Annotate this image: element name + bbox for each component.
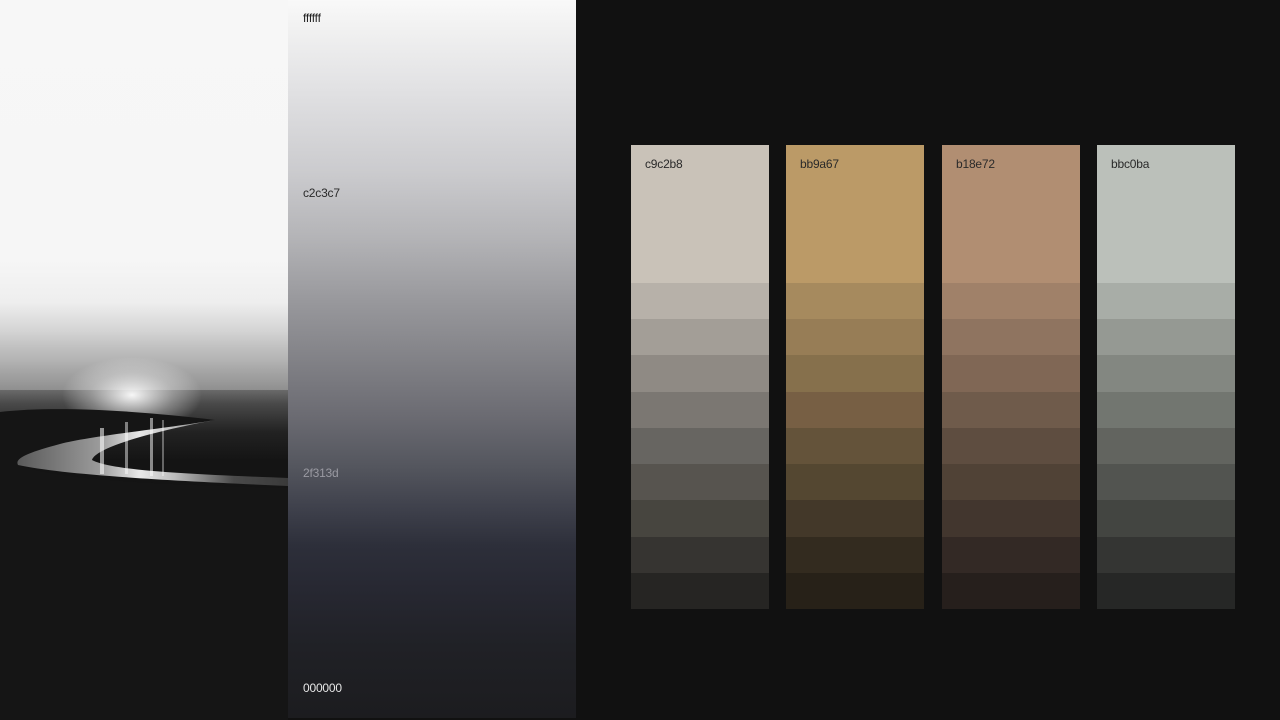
swatch-shade — [631, 391, 769, 428]
swatch-base-2: bb9a67 — [786, 145, 924, 283]
swatch-shade — [786, 464, 924, 501]
swatch-code-1: c9c2b8 — [645, 157, 683, 171]
swatch-shade — [942, 500, 1080, 537]
swatch-shade — [1097, 283, 1235, 320]
swatch-base-3: b18e72 — [942, 145, 1080, 283]
swatch-column-3: b18e72 — [942, 145, 1080, 609]
swatch-shade — [786, 283, 924, 320]
palette-page: ffffff c2c3c7 2f313d 000000 c9c2b8 bb9a6… — [0, 0, 1280, 720]
strip-label-upper: c2c3c7 — [303, 186, 340, 200]
swatch-shade — [631, 572, 769, 609]
swatch-shade — [631, 355, 769, 392]
swatch-shade — [786, 355, 924, 392]
swatch-shade — [631, 427, 769, 465]
swatch-code-3: b18e72 — [956, 157, 995, 171]
swatch-shade — [1097, 536, 1235, 573]
swatch-shade — [786, 391, 924, 428]
swatch-shade — [942, 283, 1080, 320]
swatch-shade — [942, 427, 1080, 465]
swatch-shade — [1097, 572, 1235, 609]
swatch-shade — [631, 500, 769, 537]
swatch-shade — [942, 355, 1080, 392]
swatch-code-4: bbc0ba — [1111, 157, 1150, 171]
swatch-shade — [1097, 319, 1235, 356]
swatch-shade — [631, 536, 769, 573]
swatch-shade — [1097, 391, 1235, 428]
swatch-shade — [1097, 500, 1235, 537]
swatch-shade — [942, 536, 1080, 573]
swatch-shade — [631, 283, 769, 320]
swatch-shade — [1097, 464, 1235, 501]
swatch-column-1: c9c2b8 — [631, 145, 769, 609]
swatch-shade — [1097, 355, 1235, 392]
swatch-base-4: bbc0ba — [1097, 145, 1235, 283]
swatch-shade — [942, 391, 1080, 428]
swatch-base-1: c9c2b8 — [631, 145, 769, 283]
swatch-shade — [786, 427, 924, 465]
swatch-shade — [1097, 427, 1235, 465]
seascape-illustration — [0, 330, 288, 720]
swatch-shade — [786, 572, 924, 609]
swatch-column-2: bb9a67 — [786, 145, 924, 609]
strip-label-lower: 2f313d — [303, 466, 339, 480]
swatch-shade — [631, 464, 769, 501]
swatch-code-2: bb9a67 — [800, 157, 839, 171]
seascape-photo — [0, 0, 288, 720]
swatch-column-4: bbc0ba — [1097, 145, 1235, 609]
swatch-shade — [786, 536, 924, 573]
swatch-shade — [942, 319, 1080, 356]
strip-label-top: ffffff — [303, 11, 321, 25]
strip-label-bottom: 000000 — [303, 681, 342, 695]
swatch-shade — [942, 464, 1080, 501]
swatch-shade — [786, 319, 924, 356]
gradient-strip: ffffff c2c3c7 2f313d 000000 — [288, 0, 576, 718]
swatch-shade — [942, 572, 1080, 609]
swatch-shade — [631, 319, 769, 356]
swatch-shade — [786, 500, 924, 537]
